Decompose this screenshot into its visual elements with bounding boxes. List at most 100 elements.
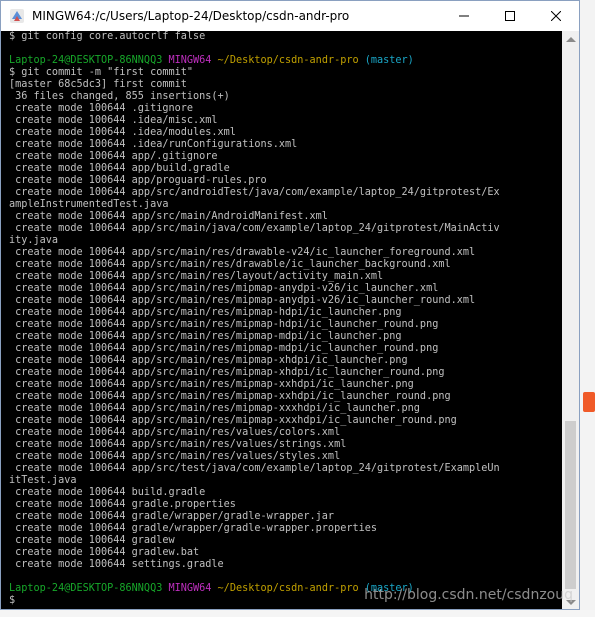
- maximize-button[interactable]: [487, 1, 533, 31]
- terminal-text: $ git config core.autocrlf false: [9, 31, 206, 42]
- terminal-line: create mode 100644 .idea/runConfiguratio…: [9, 139, 564, 151]
- vertical-scrollbar[interactable]: [562, 31, 579, 609]
- terminal-line: create mode 100644 app/src/main/res/layo…: [9, 271, 564, 283]
- terminal-text: create mode 100644 app/src/main/res/mipm…: [9, 295, 476, 306]
- terminal-line: create mode 100644 gradle.properties: [9, 499, 564, 511]
- terminal-line: create mode 100644 app/src/androidTest/j…: [9, 187, 564, 199]
- terminal-text: create mode 100644 app/src/main/res/mipm…: [9, 403, 420, 414]
- terminal-text: create mode 100644 app/src/main/res/valu…: [9, 427, 341, 438]
- terminal-text: ~/Desktop/csdn-andr-pro: [217, 583, 365, 594]
- terminal-line: create mode 100644 .gitignore: [9, 103, 564, 115]
- terminal-text: create mode 100644 app/src/main/res/layo…: [9, 271, 384, 282]
- terminal-text: itTest.java: [9, 475, 77, 486]
- terminal-text: create mode 100644 app/src/main/res/valu…: [9, 451, 341, 462]
- title-bar[interactable]: MINGW64:/c/Users/Laptop-24/Desktop/csdn-…: [1, 1, 579, 31]
- terminal-line: create mode 100644 app/src/main/res/valu…: [9, 451, 564, 463]
- terminal-line: create mode 100644 gradlew: [9, 535, 564, 547]
- terminal-line: create mode 100644 app/src/main/res/mipm…: [9, 331, 564, 343]
- terminal-text: create mode 100644 app/.gitignore: [9, 151, 218, 162]
- scrollbar-thumb[interactable]: [565, 421, 576, 589]
- terminal-text: ity.java: [9, 235, 59, 246]
- terminal-text: 36 files changed, 855 insertions(+): [9, 91, 230, 102]
- terminal-line: create mode 100644 .idea/modules.xml: [9, 127, 564, 139]
- terminal-text: create mode 100644 app/src/androidTest/j…: [9, 187, 500, 198]
- terminal-line: $ git commit -m "first commit": [9, 67, 564, 79]
- terminal-line: create mode 100644 app/src/test/java/com…: [9, 463, 564, 475]
- terminal-text: create mode 100644 .idea/misc.xml: [9, 115, 218, 126]
- terminal-line: create mode 100644 app/src/main/res/mipm…: [9, 391, 564, 403]
- terminal-line: create mode 100644 app/src/main/res/valu…: [9, 427, 564, 439]
- terminal-text: MINGW64: [168, 55, 218, 66]
- terminal-line: create mode 100644 app/src/main/res/mipm…: [9, 283, 564, 295]
- terminal-text: create mode 100644 gradle.properties: [9, 499, 236, 510]
- terminal-line: create mode 100644 settings.gradle: [9, 559, 564, 571]
- terminal-line: create mode 100644 app/src/main/res/mipm…: [9, 307, 564, 319]
- terminal-line: create mode 100644 app/.gitignore: [9, 151, 564, 163]
- terminal-text: create mode 100644 gradle/wrapper/gradle…: [9, 523, 378, 534]
- terminal-text: create mode 100644 gradlew: [9, 535, 175, 546]
- terminal-line: itTest.java: [9, 475, 564, 487]
- terminal-text: [master 68c5dc3] first commit: [9, 79, 187, 90]
- terminal-text: create mode 100644 app/src/main/res/mipm…: [9, 331, 402, 342]
- terminal-text: create mode 100644 app/src/main/res/mipm…: [9, 391, 451, 402]
- terminal-line: ampleInstrumentedTest.java: [9, 199, 564, 211]
- terminal-text: create mode 100644 .idea/runConfiguratio…: [9, 139, 298, 150]
- terminal-text: $ git commit -m "first commit": [9, 67, 194, 78]
- terminal-text: create mode 100644 .gitignore: [9, 103, 194, 114]
- terminal-line: Laptop-24@DESKTOP-86NNQQ3 MINGW64 ~/Desk…: [9, 55, 564, 67]
- terminal-line: create mode 100644 app/src/main/res/draw…: [9, 259, 564, 271]
- terminal-output[interactable]: $ git config core.autocrlf false Laptop-2…: [1, 31, 564, 609]
- bottom-background-strip: [0, 610, 595, 617]
- terminal-text: create mode 100644 app/src/main/res/draw…: [9, 259, 451, 270]
- terminal-line: create mode 100644 app/src/main/res/mipm…: [9, 403, 564, 415]
- terminal-text: create mode 100644 app/src/main/AndroidM…: [9, 211, 328, 222]
- terminal-text: (master): [364, 55, 414, 66]
- terminal-line: create mode 100644 app/proguard-rules.pr…: [9, 175, 564, 187]
- terminal-text: create mode 100644 build.gradle: [9, 487, 206, 498]
- terminal-line: create mode 100644 app/src/main/res/mipm…: [9, 415, 564, 427]
- terminal-line: create mode 100644 app/src/main/res/draw…: [9, 247, 564, 259]
- minimize-button[interactable]: [441, 1, 487, 31]
- terminal-line: create mode 100644 app/src/main/res/valu…: [9, 439, 564, 451]
- terminal-text: MINGW64: [168, 583, 218, 594]
- background-app-mark: [583, 392, 595, 412]
- terminal-text: create mode 100644 app/src/main/res/mipm…: [9, 307, 402, 318]
- maximize-icon: [505, 11, 515, 21]
- terminal-line: create mode 100644 build.gradle: [9, 487, 564, 499]
- terminal-line: [master 68c5dc3] first commit: [9, 79, 564, 91]
- terminal-line: $ git config core.autocrlf false: [9, 31, 564, 43]
- terminal-line: create mode 100644 app/src/main/res/mipm…: [9, 295, 564, 307]
- window-controls: [441, 1, 579, 31]
- terminal-line: create mode 100644 app/src/main/res/mipm…: [9, 319, 564, 331]
- terminal-text: create mode 100644 app/src/main/java/com…: [9, 223, 500, 234]
- terminal-line: create mode 100644 app/src/main/AndroidM…: [9, 211, 564, 223]
- background-strip: [580, 0, 595, 617]
- terminal-line: ity.java: [9, 235, 564, 247]
- terminal-line: create mode 100644 .idea/misc.xml: [9, 115, 564, 127]
- terminal-text: create mode 100644 app/src/main/res/mipm…: [9, 343, 439, 354]
- terminal-text: create mode 100644 app/src/main/res/valu…: [9, 439, 347, 450]
- minimize-icon: [459, 15, 469, 17]
- terminal-text: create mode 100644 gradle/wrapper/gradle…: [9, 511, 335, 522]
- terminal-text: $: [9, 595, 22, 606]
- terminal-text: create mode 100644 app/proguard-rules.pr…: [9, 175, 267, 186]
- terminal-line: create mode 100644 app/src/main/java/com…: [9, 223, 564, 235]
- terminal-line: create mode 100644 app/build.gradle: [9, 163, 564, 175]
- close-icon: [551, 11, 561, 21]
- terminal-text: create mode 100644 app/build.gradle: [9, 163, 230, 174]
- scroll-up-arrow-icon[interactable]: [566, 37, 576, 42]
- terminal-text: ~/Desktop/csdn-andr-pro: [217, 55, 365, 66]
- terminal-line: create mode 100644 app/src/main/res/mipm…: [9, 343, 564, 355]
- close-button[interactable]: [533, 1, 579, 31]
- terminal-line: create mode 100644 gradlew.bat: [9, 547, 564, 559]
- terminal-line: 36 files changed, 855 insertions(+): [9, 91, 564, 103]
- terminal-text: create mode 100644 app/src/main/res/mipm…: [9, 415, 457, 426]
- terminal-text: create mode 100644 app/src/main/res/mipm…: [9, 379, 414, 390]
- watermark-text: http://blog.csdn.net/csdnzouq: [364, 587, 573, 603]
- terminal-text: create mode 100644 gradlew.bat: [9, 547, 200, 558]
- window-title: MINGW64:/c/Users/Laptop-24/Desktop/csdn-…: [32, 9, 350, 23]
- terminal-text: create mode 100644 app/src/main/res/draw…: [9, 247, 476, 258]
- terminal-line: create mode 100644 gradle/wrapper/gradle…: [9, 511, 564, 523]
- terminal-text: create mode 100644 settings.gradle: [9, 559, 224, 570]
